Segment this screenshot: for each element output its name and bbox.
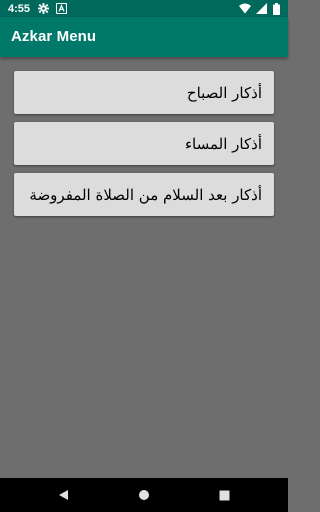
status-bar-left: 4:55 bbox=[8, 1, 74, 16]
battery-icon bbox=[273, 3, 280, 15]
status-bar-right bbox=[233, 2, 280, 15]
home-button[interactable] bbox=[124, 478, 164, 512]
back-icon bbox=[58, 486, 70, 505]
recents-icon bbox=[219, 486, 230, 505]
menu-button-label: أذكار بعد السلام من الصلاة المفروضة bbox=[29, 185, 262, 204]
status-bar: 4:55 bbox=[0, 0, 288, 17]
status-time: 4:55 bbox=[8, 2, 31, 15]
azkar-menu-list: أذكار الصباح أذكار المساء أذكار بعد السل… bbox=[14, 71, 274, 224]
morning-azkar-button[interactable]: أذكار الصباح bbox=[14, 71, 274, 114]
after-prayer-azkar-button[interactable]: أذكار بعد السلام من الصلاة المفروضة bbox=[14, 173, 274, 216]
menu-button-label: أذكار المساء bbox=[185, 134, 262, 153]
app-title: Azkar Menu bbox=[11, 28, 97, 45]
evening-azkar-button[interactable]: أذكار المساء bbox=[14, 122, 274, 165]
app-bar: Azkar Menu bbox=[0, 17, 288, 57]
wifi-icon bbox=[239, 3, 251, 14]
settings-gear-icon bbox=[38, 3, 50, 14]
menu-button-label: أذكار الصباح bbox=[186, 83, 262, 102]
recents-button[interactable] bbox=[204, 478, 244, 512]
cellular-signal-icon bbox=[256, 3, 267, 14]
notification-a-icon bbox=[55, 2, 68, 15]
back-button[interactable] bbox=[44, 478, 84, 512]
home-icon bbox=[138, 486, 150, 505]
navigation-bar bbox=[0, 478, 288, 512]
